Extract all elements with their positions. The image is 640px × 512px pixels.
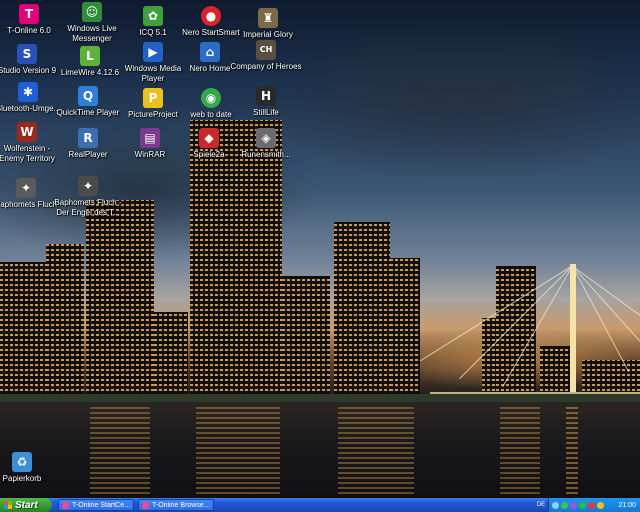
start-label: Start — [15, 499, 38, 511]
media-player-icon: ▶ — [143, 42, 163, 62]
company-of-heroes-icon: CH — [256, 40, 276, 60]
taskbar-button-label: T-Online StartCen... — [72, 501, 133, 509]
wolfenstein-icon: W — [17, 122, 37, 142]
winrar-icon: ▤ — [140, 128, 160, 148]
tray-icon[interactable] — [579, 501, 586, 509]
clock[interactable]: 21:00 — [618, 498, 636, 512]
web-to-date-icon: ◉ — [201, 88, 221, 108]
spiele-icon: ◆ — [199, 128, 219, 148]
stilllife-icon: H — [256, 86, 276, 106]
recycle-bin-icon: ♻ — [12, 452, 32, 472]
desktop-icon-company-of-heroes[interactable]: CH Company of Heroes — [230, 40, 302, 72]
wallpaper-building — [46, 244, 84, 396]
baphomets-fluch-icon: ✦ — [16, 178, 36, 198]
wallpaper-building — [496, 266, 536, 396]
baphomets-fluch-2-icon: ✦ — [78, 176, 98, 196]
pinnacle-studio-icon: S — [17, 44, 37, 64]
tray-icon[interactable] — [561, 501, 568, 509]
tray-icon[interactable] — [597, 501, 604, 509]
wallpaper-building — [282, 276, 330, 396]
wallpaper-building — [86, 200, 154, 396]
desktop-icon-label: Imperial Glory — [243, 30, 293, 39]
realplayer-icon: R — [78, 128, 98, 148]
desktop-icon-limewire[interactable]: L LimeWire 4.12.6 — [54, 46, 126, 78]
icq-icon: ✿ — [143, 6, 163, 26]
wallpaper-reflection — [566, 404, 578, 494]
wallpaper-cloud — [250, 20, 640, 180]
wallpaper-building — [334, 222, 390, 396]
desktop-icon-label: Company of Heroes — [230, 62, 302, 71]
tray-icon[interactable] — [552, 501, 559, 509]
desktop-icon-quicktime[interactable]: Q QuickTime Player — [52, 86, 124, 118]
desktop-icon-label: Runensmith... — [241, 150, 291, 159]
wallpaper-reflection — [500, 404, 540, 494]
taskbar: Start T-Online StartCen... T-Online Brow… — [0, 498, 640, 512]
desktop-icon-label: QuickTime Player — [56, 108, 120, 117]
quicktime-icon: Q — [78, 86, 98, 106]
taskbar-button-label: T-Online Browser ... — [152, 501, 213, 509]
wallpaper-reflection — [196, 404, 280, 494]
desktop-icon-label: Papierkorb — [2, 474, 42, 483]
wallpaper-building — [154, 312, 188, 396]
desktop-icon-baphomets-fluch-2[interactable]: ✦ Baphomets Fluch - Der Engel des T... — [52, 176, 124, 218]
t-online-icon: T — [19, 4, 39, 24]
language-indicator[interactable]: DE — [534, 498, 548, 512]
t-online-icon — [62, 501, 69, 509]
desktop-icon-imperial-glory[interactable]: ♜ Imperial Glory — [232, 8, 304, 40]
limewire-icon: L — [80, 46, 100, 66]
wallpaper-building — [190, 120, 282, 396]
wallpaper-building — [582, 360, 640, 396]
pictureproject-icon: P — [143, 88, 163, 108]
wallpaper-building — [390, 258, 420, 396]
runensmith-icon: ◈ — [256, 128, 276, 148]
nero-startsmart-icon: ● — [201, 6, 221, 26]
messenger-icon: ☺ — [82, 2, 102, 22]
tray-icon[interactable] — [588, 501, 595, 509]
start-button[interactable]: Start — [0, 498, 52, 512]
wallpaper-bridge-pylon — [570, 264, 576, 404]
desktop-icon-label: StillLife — [253, 108, 279, 117]
bluetooth-icon: ✱ — [18, 82, 38, 102]
wallpaper-reflection — [90, 404, 150, 494]
desktop-icon-runensmith[interactable]: ◈ Runensmith... — [230, 128, 302, 160]
wallpaper-building — [540, 346, 570, 396]
windows-logo-icon — [4, 501, 12, 509]
t-online-icon — [142, 501, 149, 509]
taskbar-button-t-online-browser[interactable]: T-Online Browser ... — [138, 499, 214, 511]
taskbar-button-t-online-startcenter[interactable]: T-Online StartCen... — [58, 499, 134, 511]
imperial-glory-icon: ♜ — [258, 8, 278, 28]
desktop-icon-stilllife[interactable]: H StillLife — [230, 86, 302, 118]
wallpaper-building — [0, 262, 46, 396]
desktop-icon-label: LimeWire 4.12.6 — [60, 68, 120, 77]
tray-icon[interactable] — [570, 501, 577, 509]
desktop-icon-label: Baphomets Fluch - Der Engel des T... — [54, 198, 122, 217]
nero-home-icon: ⌂ — [200, 42, 220, 62]
desktop-icon-recycle-bin[interactable]: ♻ Papierkorb — [0, 452, 58, 484]
system-tray: 21:00 — [548, 498, 640, 512]
wallpaper-reflection — [338, 404, 414, 494]
